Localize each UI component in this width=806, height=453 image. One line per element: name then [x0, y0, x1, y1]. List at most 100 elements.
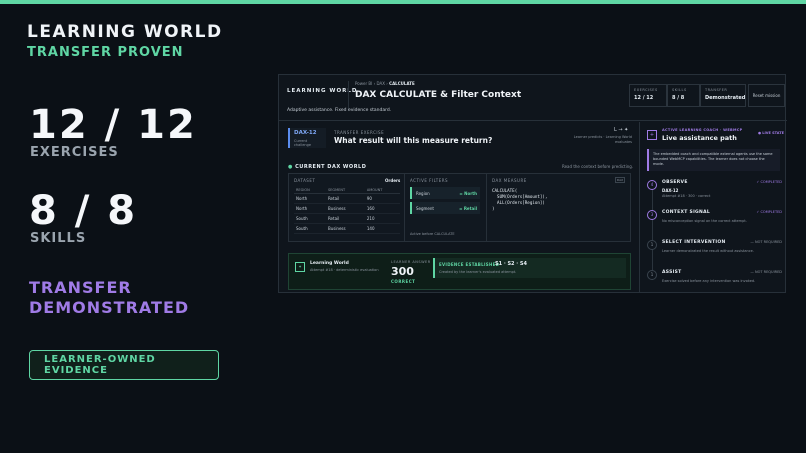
table-cell: North	[294, 203, 326, 214]
filter-value: = Retail	[459, 205, 477, 211]
page-title: DAX CALCULATE & Filter Context	[355, 90, 522, 100]
step-status: ✓ COMPLETED	[756, 210, 782, 214]
table-cell: South	[294, 213, 326, 224]
filters-header: ACTIVE FILTERS	[410, 178, 449, 183]
table-cell: South	[294, 223, 326, 234]
stat-transfer: TRANSFER Demonstrated	[700, 84, 746, 107]
exercises-count: 12 / 12	[29, 102, 197, 148]
skills-label: SKILLS	[30, 231, 87, 246]
stat-key: EXERCISES	[634, 88, 658, 92]
step-name: CONTEXT SIGNAL	[662, 210, 711, 215]
learner-world-indicator: L → ✦	[614, 127, 629, 133]
dataset-header: DATASET	[294, 178, 316, 183]
assistance-note: Adaptive assistance. Fixed evidence stan…	[287, 108, 392, 113]
coach-label: ACTIVE LEARNING COACH · WEBMCP	[662, 128, 743, 132]
stat-skills: SKILLS 8 / 8	[667, 84, 700, 107]
step-number: 1	[647, 270, 657, 280]
reset-mission-button[interactable]: Reset mission	[748, 84, 785, 107]
filters-column: ACTIVE FILTERS Region = North Segment = …	[405, 174, 487, 241]
stat-exercises: EXERCISES 12 / 12	[629, 84, 667, 107]
exercise-area: DAX-12 Current challenge TRANSFER EXERCI…	[279, 122, 639, 293]
step-status: — NOT REQUIRED	[750, 270, 782, 274]
breadcrumb-separator: ›	[373, 81, 376, 86]
table-cell: Retail	[325, 193, 365, 204]
learner-world-note: Learner predicts · Learning World evalua…	[573, 135, 632, 144]
filter-value-text: Retail	[463, 205, 477, 211]
step-name: OBSERVE	[662, 180, 688, 185]
step-detail-sub: Learner demonstrated the result without …	[662, 249, 754, 253]
step-status: — NOT REQUIRED	[750, 240, 782, 244]
table-row: North Business 160	[294, 203, 400, 214]
step-name: ASSIST	[662, 270, 682, 275]
measure-header: DAX MEASURE	[492, 178, 527, 183]
top-accent-bar	[0, 0, 806, 4]
transfer-line-1: TRANSFER	[29, 278, 132, 297]
filter-chip-segment[interactable]: Segment = Retail	[410, 202, 480, 214]
step-assist: 1 ASSIST — NOT REQUIRED Exercise solved …	[647, 270, 782, 290]
filters-note: Active before CALCULATE	[410, 232, 455, 236]
learner-owned-evidence-button[interactable]: LEARNER-OWNED EVIDENCE	[29, 350, 219, 380]
sparkle-icon: ✦	[295, 262, 305, 272]
challenge-id: DAX-12	[294, 130, 317, 136]
breadcrumb-separator: ›	[386, 81, 388, 86]
step-select-intervention: 1 SELECT INTERVENTION — NOT REQUIRED Lea…	[647, 240, 782, 260]
column-header: SEGMENT	[325, 186, 365, 194]
coach-sidebar: + ACTIVE LEARNING COACH · WEBMCP Live as…	[639, 122, 786, 293]
exercise-question: What result will this measure return?	[334, 136, 493, 145]
stat-key: TRANSFER	[705, 88, 728, 92]
step-observe: 4 OBSERVE ✓ COMPLETED DAX-12 Attempt #18…	[647, 180, 782, 204]
table-cell: Business	[325, 223, 365, 234]
app-header: LEARNING WORLD Power BI › DAX › CALCULAT…	[279, 75, 787, 121]
column-header: AMOUNT	[364, 186, 400, 194]
step-detail-sub: Attempt #18 · 300 · correct	[662, 194, 711, 198]
stat-value: Demonstrated	[705, 95, 746, 101]
stat-value: 12 / 12	[634, 95, 654, 101]
filter-value: = North	[459, 190, 477, 196]
world-label: ● CURRENT DAX WORLD	[288, 164, 366, 170]
filter-name: Segment	[416, 205, 434, 211]
table-row: North Retail 90	[294, 193, 400, 204]
breadcrumb-item[interactable]: DAX	[376, 81, 385, 86]
table-cell: North	[294, 193, 326, 204]
result-panel: ✦ Learning World Attempt #18 · determini…	[288, 253, 631, 290]
table-cell: 210	[364, 213, 400, 224]
result-source-subtitle: Attempt #18 · deterministic evaluation	[310, 268, 379, 272]
exercises-label: EXERCISES	[30, 145, 119, 160]
skills-count: 8 / 8	[29, 188, 138, 234]
table-cell: Business	[325, 203, 365, 214]
table-cell: Retail	[325, 213, 365, 224]
challenge-sub: Current challenge	[294, 139, 311, 147]
dax-badge: DAX	[615, 177, 625, 183]
filter-chip-region[interactable]: Region = North	[410, 187, 480, 199]
world-note: Read the context before predicting.	[562, 164, 634, 169]
step-number: 3	[647, 210, 657, 220]
exercise-label: TRANSFER EXERCISE	[334, 130, 385, 135]
column-header: REGION	[294, 186, 326, 194]
dax-world-panel: DATASET Orders REGION SEGMENT AMOUNT Nor…	[288, 173, 631, 242]
evidence-box: EVIDENCE ESTABLISHED S1 · S2 · S4 Create…	[433, 258, 626, 278]
answer-label: LEARNER ANSWER	[391, 260, 431, 264]
dax-code: CALCULATE( SUM(Orders[Amount]), ALL(Orde…	[492, 188, 548, 211]
breadcrumb: Power BI › DAX › CALCULATE	[355, 81, 415, 86]
table-cell: 90	[364, 193, 400, 204]
evidence-key: EVIDENCE ESTABLISHED	[439, 262, 500, 267]
transfer-line-2: DEMONSTRATED	[29, 298, 190, 317]
coach-title: Live assistance path	[662, 134, 737, 142]
step-context-signal: 3 CONTEXT SIGNAL ✓ COMPLETED No misconce…	[647, 210, 782, 230]
stat-key: SKILLS	[672, 88, 687, 92]
plus-icon: +	[647, 130, 657, 140]
filter-value-text: North	[464, 190, 477, 196]
breadcrumb-item[interactable]: Power BI	[355, 81, 372, 86]
hero-title: LEARNING WORLD	[27, 22, 223, 42]
measure-column: DAX MEASURE DAX CALCULATE( SUM(Orders[Am…	[487, 174, 630, 241]
transfer-status: TRANSFER DEMONSTRATED	[29, 278, 189, 318]
dataset-table: REGION SEGMENT AMOUNT North Retail 90 No…	[294, 186, 400, 234]
evidence-value: S1 · S2 · S4	[495, 261, 528, 267]
table-header-row: REGION SEGMENT AMOUNT	[294, 186, 400, 194]
header-divider	[348, 81, 349, 111]
answer-value: 300	[391, 265, 414, 278]
status-dot-icon: ●	[288, 164, 293, 170]
step-detail: DAX-12	[662, 188, 679, 193]
app-window: LEARNING WORLD Power BI › DAX › CALCULAT…	[278, 74, 787, 293]
step-detail-sub: No misconception signal on the correct a…	[662, 219, 747, 223]
